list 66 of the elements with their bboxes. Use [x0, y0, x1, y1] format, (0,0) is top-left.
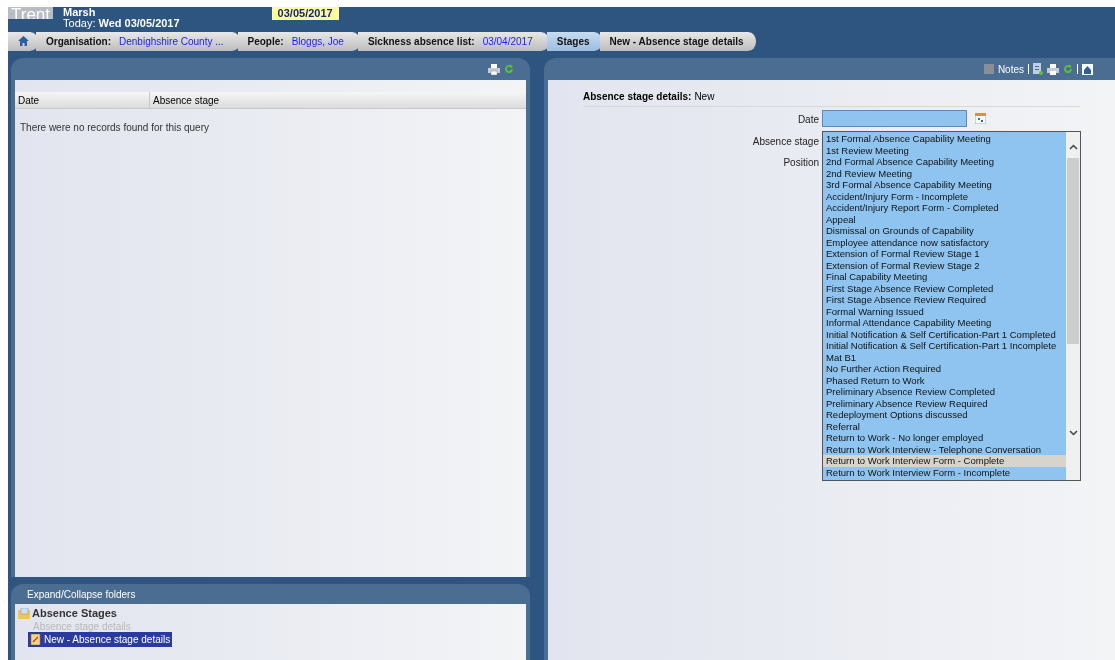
- list-option[interactable]: Preliminary Absence Review Required: [823, 397, 1067, 409]
- column-header[interactable]: Date: [15, 92, 150, 108]
- list-option[interactable]: Phased Return to Work: [823, 374, 1067, 386]
- column-header[interactable]: Absence stage: [150, 92, 526, 108]
- list-option[interactable]: Informal Attendance Capability Meeting: [823, 317, 1067, 329]
- crumb-label: Organisation:: [46, 34, 111, 49]
- list-option[interactable]: Accident/Injury Form - Incomplete: [823, 190, 1067, 202]
- crumb-label: Sickness absence list:: [367, 34, 475, 49]
- scroll-up-icon[interactable]: [1068, 144, 1078, 150]
- breadcrumb[interactable]: New - Absence stage details: [599, 31, 758, 51]
- crumb-label: People:: [247, 34, 284, 49]
- list-option[interactable]: Return to Work Interview - Telephone Conversation: [823, 443, 1067, 455]
- today-date: Wed 03/05/2017: [98, 18, 180, 29]
- list-option[interactable]: First Stage Absence Review Completed: [823, 282, 1067, 294]
- list-option[interactable]: 3rd Formal Absence Capability Meeting: [823, 179, 1067, 191]
- field-label: Position: [783, 156, 819, 170]
- list-option[interactable]: Initial Notification & Self Certification-Part 1 Incomplete: [823, 340, 1067, 352]
- user-name: Marsh: [63, 7, 97, 18]
- list-option[interactable]: Final Capability Meeting: [823, 271, 1067, 283]
- list-option[interactable]: 1st Formal Absence Capability Meeting: [823, 133, 1067, 145]
- date-badge: 03/05/2017: [271, 7, 339, 20]
- tree-folder[interactable]: Absence Stages: [32, 605, 117, 622]
- field-label: Date: [797, 113, 819, 125]
- form-icon: [30, 634, 41, 645]
- scroll-thumb[interactable]: [1067, 158, 1079, 344]
- list-option[interactable]: Accident/Injury Report Form - Completed: [823, 202, 1067, 214]
- tree-item[interactable]: New - Absence stage details: [28, 632, 173, 647]
- scrollbar[interactable]: [1066, 132, 1080, 480]
- list-option[interactable]: Redeployment Options discussed: [823, 409, 1067, 421]
- list-option[interactable]: Return to Work Interview Form - Incomplete: [823, 466, 1067, 478]
- list-option[interactable]: Appeal: [823, 213, 1067, 225]
- home-icon[interactable]: [1082, 63, 1093, 75]
- list-option[interactable]: 2nd Formal Absence Capability Meeting: [823, 156, 1067, 168]
- list-option[interactable]: Initial Notification & Self Certification-Part 1 Completed: [823, 328, 1067, 340]
- scroll-down-icon[interactable]: [1068, 430, 1078, 436]
- list-option[interactable]: Return to Work Interview Form - Complete: [823, 455, 1067, 467]
- panel-title: Expand/Collapse folders: [27, 587, 136, 602]
- document-icon[interactable]: [1033, 63, 1043, 75]
- print-icon[interactable]: [488, 63, 500, 75]
- crumb-link[interactable]: Bloggs, Joe: [291, 33, 344, 49]
- list-option[interactable]: 1st Review Meeting: [823, 144, 1067, 156]
- calendar-icon[interactable]: [975, 113, 986, 124]
- absence-stage-list[interactable]: [822, 131, 1081, 481]
- list-option[interactable]: 2nd Review Meeting: [823, 167, 1067, 179]
- notes-link[interactable]: Notes: [997, 61, 1024, 77]
- list-option[interactable]: Employee attendance now satisfactory: [823, 236, 1067, 248]
- today-label: Today:: [63, 18, 96, 29]
- list-option[interactable]: Preliminary Absence Review Completed: [823, 386, 1067, 398]
- empty-message: There were no records found for this query: [20, 121, 210, 135]
- crumb-link[interactable]: 03/04/2017: [482, 33, 533, 49]
- home-icon: [17, 36, 29, 46]
- list-option[interactable]: Extension of Formal Review Stage 2: [823, 259, 1067, 271]
- crumb-link[interactable]: Denbighshire County ...: [119, 33, 224, 49]
- list-option[interactable]: Formal Warning Issued: [823, 305, 1067, 317]
- list-option[interactable]: Extension of Formal Review Stage 1: [823, 248, 1067, 260]
- list-option[interactable]: Dismissal on Grounds of Capability: [823, 225, 1067, 237]
- list-option[interactable]: First Stage Absence Review Required: [823, 294, 1067, 306]
- print-icon[interactable]: [1047, 63, 1059, 75]
- list-option[interactable]: Referral: [823, 420, 1067, 432]
- list-option[interactable]: Mat B1: [823, 351, 1067, 363]
- field-label: Absence stage: [752, 135, 819, 149]
- list-option[interactable]: Return to Work - No longer employed: [823, 432, 1067, 444]
- list-option[interactable]: No Further Action Required: [823, 363, 1067, 375]
- section-status: New: [694, 89, 715, 104]
- section-heading: Absence stage details:: [583, 89, 692, 104]
- date-field[interactable]: [822, 110, 967, 127]
